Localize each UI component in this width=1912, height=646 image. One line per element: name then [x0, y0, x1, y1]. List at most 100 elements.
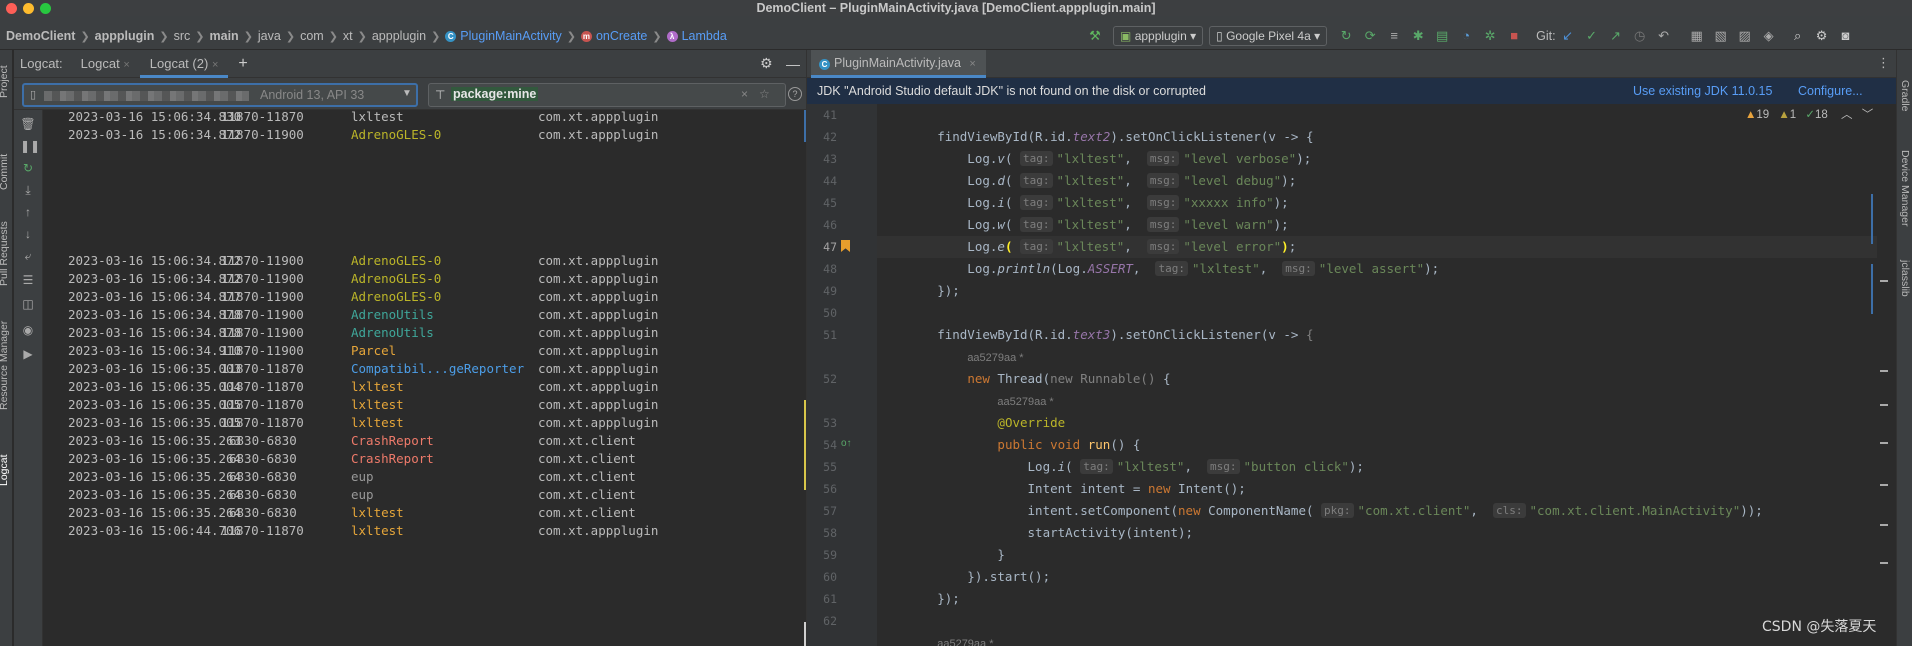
code-area[interactable]: findViewById(R.id.text2).setOnClickListe… — [877, 104, 1896, 646]
screen-record-icon[interactable]: ▶ — [20, 346, 36, 362]
scroll-to-end-icon[interactable]: ⤓ — [20, 182, 36, 198]
soft-wrap-icon[interactable]: ⤶ — [20, 248, 36, 264]
up-arrow-icon[interactable]: ↑ — [20, 204, 36, 220]
breadcrumb-item[interactable]: xt — [343, 29, 353, 43]
coverage-icon[interactable]: ▤ — [1433, 27, 1451, 45]
logcat-filter-input[interactable]: ⊤ package:mine × ☆ — [428, 83, 786, 107]
breadcrumb-item[interactable]: main — [210, 29, 239, 43]
device-mirror-icon[interactable]: ▧ — [1712, 27, 1730, 45]
sdk-manager-icon[interactable]: ▦ — [1688, 27, 1706, 45]
device-explorer-icon[interactable]: ▨ — [1736, 27, 1754, 45]
minimize-window-button[interactable] — [23, 3, 34, 14]
close-window-button[interactable] — [6, 3, 17, 14]
rollback-icon[interactable]: ↶ — [1655, 27, 1673, 45]
log-timestamp: 2023-03-16 15:06:35.264 — [68, 505, 242, 520]
override-marker-icon[interactable]: o↑ — [841, 438, 852, 449]
screenshot-icon[interactable]: ◉ — [20, 322, 36, 338]
tab-logcat[interactable]: Logcat × — [71, 50, 140, 78]
chevron-down-icon[interactable]: ﹀ — [1862, 109, 1874, 121]
editor-scroll-markers[interactable] — [1871, 104, 1889, 646]
author-hint[interactable]: aa5279aa * — [937, 638, 993, 646]
down-arrow-icon[interactable]: ↓ — [20, 226, 36, 242]
breadcrumb-separator-icon: ❯ — [328, 30, 338, 43]
bookmark-icon[interactable] — [841, 240, 850, 252]
inspection-widget[interactable]: ▲19 ▲1 ✓18 ︿ ﹀ — [1745, 104, 1873, 126]
device-selector[interactable]: ▯ Google Pixel 4a ▾ — [1209, 26, 1328, 46]
line-number-gutter[interactable]: 41 42 43 44 45 46 47 48 49 50 51 52 53 54 55 56 57 58 59 60… — [807, 104, 877, 646]
tab-plugin-main-activity[interactable]: C PluginMainActivity.java × — [811, 50, 986, 78]
restart-icon[interactable]: ↻ — [20, 160, 36, 176]
breadcrumb-item[interactable]: C PluginMainActivity — [445, 29, 562, 43]
breadcrumb-item[interactable]: DemoClient — [6, 29, 75, 43]
tool-tab-logcat[interactable]: Logcat — [0, 454, 10, 486]
run-config-selector[interactable]: ▣ appplugin ▾ — [1113, 26, 1204, 46]
logcat-tab-bar: Logcat: Logcat × Logcat (2) × + ⚙ — — [14, 50, 806, 78]
jdk-warning-banner: JDK "Android Studio default JDK" is not … — [807, 78, 1896, 104]
apply-changes-icon[interactable]: ↻ — [1337, 27, 1355, 45]
author-hint-line: aa5279aa * — [877, 632, 1877, 646]
title-gap — [0, 16, 1912, 23]
breadcrumb-label: onCreate — [595, 29, 648, 43]
attach-debugger-icon[interactable]: ✲ — [1481, 27, 1499, 45]
author-hint[interactable]: aa5279aa * — [997, 396, 1053, 408]
avatar[interactable]: ◙ — [1837, 27, 1855, 45]
author-hint[interactable]: aa5279aa * — [967, 352, 1023, 364]
build-hammer-icon[interactable]: ⚒ — [1086, 27, 1104, 45]
profiler-icon[interactable]: ◔ — [1457, 27, 1475, 45]
tool-tab-gradle[interactable]: Gradle — [1899, 80, 1911, 112]
layout-inspector-icon[interactable]: ◈ — [1760, 27, 1778, 45]
git-update-icon[interactable]: ↙ — [1559, 27, 1577, 45]
configure-link[interactable]: Configure... — [1798, 78, 1863, 104]
device-dropdown[interactable]: ▯ Android 13, API 33 ▼ — [22, 83, 418, 107]
log-timestamp: 2023-03-16 15:06:35.003 — [68, 361, 242, 376]
close-icon[interactable]: × — [969, 58, 975, 70]
pause-icon[interactable]: ❚❚ — [20, 138, 40, 154]
git-push-icon[interactable]: ↗ — [1607, 27, 1625, 45]
close-icon[interactable]: × — [123, 59, 129, 71]
gear-icon[interactable]: ⚙ — [760, 55, 773, 72]
tab-logcat-2[interactable]: Logcat (2) × — [139, 50, 229, 78]
git-commit-icon[interactable]: ✓ — [1583, 27, 1601, 45]
warning-icon: ▲ — [1745, 109, 1757, 121]
use-existing-jdk-link[interactable]: Use existing JDK 11.0.15 — [1633, 78, 1772, 104]
breadcrumb-item[interactable]: appplugin — [95, 29, 155, 43]
more-options-icon[interactable]: ⋮ — [1877, 55, 1890, 71]
search-icon[interactable]: ⌕ — [1789, 27, 1807, 45]
chevron-up-icon[interactable]: ︿ — [1841, 109, 1853, 121]
split-panels-icon[interactable]: ◫ — [20, 296, 36, 312]
tool-tab-project[interactable]: Project — [0, 65, 10, 98]
close-icon[interactable]: × — [212, 59, 218, 71]
format-icon[interactable]: ☰ — [20, 272, 36, 288]
gear-icon[interactable]: ⚙ — [1813, 27, 1831, 45]
history-icon[interactable]: ◷ — [1631, 27, 1649, 45]
device-name-redacted — [44, 91, 249, 101]
log-timestamp: 2023-03-16 15:06:34.877 — [68, 289, 242, 304]
window-title: DemoClient – PluginMainActivity.java [De… — [756, 1, 1156, 15]
help-icon[interactable]: ? — [788, 87, 802, 101]
tool-tab-jclasslib[interactable]: jclasslib — [1899, 260, 1911, 297]
tool-tab-resource-manager[interactable]: Resource Manager — [0, 321, 10, 410]
sync-icon[interactable]: ≡ — [1385, 27, 1403, 45]
apply-code-changes-icon[interactable]: ⟳ — [1361, 27, 1379, 45]
clear-logcat-icon[interactable]: 🗑 — [20, 116, 36, 132]
clear-icon[interactable]: × — [741, 87, 748, 101]
line-number: 44 — [823, 174, 837, 188]
breadcrumb-item[interactable]: com — [300, 29, 324, 43]
minimize-panel-icon[interactable]: — — [786, 56, 800, 72]
breadcrumb-item[interactable]: java — [258, 29, 281, 43]
tool-tab-pull-requests[interactable]: Pull Requests — [0, 221, 10, 286]
logcat-output[interactable]: 2023-03-16 15:06:34.830 11870-11870 lxltes… — [44, 109, 804, 646]
breadcrumb-item[interactable]: appplugin — [372, 29, 426, 43]
line-number: 42 — [823, 130, 837, 144]
star-icon[interactable]: ☆ — [759, 87, 770, 101]
breadcrumb-item[interactable]: λ Lambda — [666, 29, 727, 43]
tool-tab-device-manager[interactable]: Device Manager — [1899, 150, 1911, 226]
zoom-window-button[interactable] — [40, 3, 51, 14]
debug-bug-icon[interactable]: ✱ — [1409, 27, 1427, 45]
breadcrumb-kind-icon: m — [580, 30, 592, 42]
breadcrumb-item[interactable]: m onCreate — [580, 29, 648, 43]
stop-icon[interactable]: ■ — [1505, 27, 1523, 45]
breadcrumb-item[interactable]: src — [174, 29, 191, 43]
tool-tab-commit[interactable]: Commit — [0, 154, 10, 190]
add-tab-icon[interactable]: + — [238, 55, 247, 73]
